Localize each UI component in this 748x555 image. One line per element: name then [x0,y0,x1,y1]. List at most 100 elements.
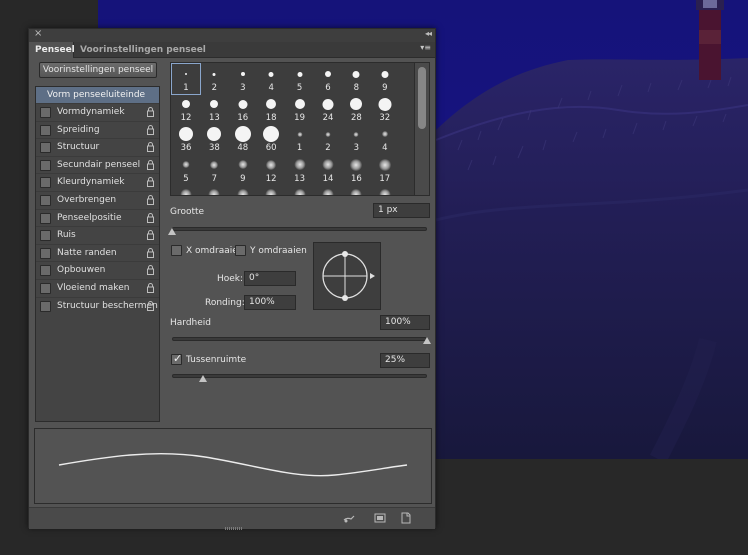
option-row[interactable]: Vloeiend maken [36,279,159,297]
option-row[interactable]: Spreiding [36,120,159,139]
lock-icon[interactable] [147,124,154,135]
option-checkbox[interactable] [40,230,51,242]
brush-tip[interactable] [172,185,200,195]
brush-tip[interactable]: 9 [229,155,257,185]
spacing-checkbox[interactable] [171,352,182,365]
option-checkbox[interactable] [40,212,51,224]
brush-tip[interactable] [371,185,399,195]
lock-icon[interactable] [147,265,154,276]
flip-x-checkbox[interactable] [171,245,182,256]
brush-tip[interactable]: 2 [200,64,228,94]
brush-tip[interactable]: 48 [229,124,257,154]
option-row[interactable]: Penseelpositie [36,208,159,227]
close-icon[interactable]: × [34,28,42,39]
brush-tip[interactable]: 3 [342,124,370,154]
brush-tip[interactable]: 17 [371,155,399,185]
lock-icon[interactable] [147,212,154,223]
angle-input[interactable]: 0° [244,271,296,286]
spacing-slider-track[interactable] [172,374,427,378]
tip-grid-scroll-thumb[interactable] [418,67,426,129]
brush-tip[interactable]: 5 [286,64,314,94]
brush-tip[interactable] [257,185,285,195]
flip-y-checkbox[interactable] [235,245,246,256]
brush-tip[interactable]: 60 [257,124,285,154]
size-slider-thumb[interactable] [168,228,176,235]
option-row[interactable]: Overbrengen [36,191,159,209]
lock-icon[interactable] [147,195,154,205]
brush-tip[interactable]: 18 [257,94,285,124]
option-row[interactable]: Structuur beschermen [36,296,159,315]
angle-roundness-widget[interactable] [313,242,381,310]
brush-tip[interactable]: 28 [342,94,370,124]
option-row[interactable]: Ruis [36,226,159,244]
option-checkbox[interactable] [40,265,51,277]
brush-tip[interactable]: 32 [371,94,399,124]
brush-tip[interactable] [342,185,370,195]
option-checkbox[interactable] [40,247,51,259]
roundness-input[interactable]: 100% [244,295,296,310]
panel-menu-icon[interactable]: ▾≡ [420,43,431,52]
brush-tip[interactable]: 36 [172,124,200,154]
hardness-input[interactable]: 100% [380,315,430,330]
option-row[interactable]: Opbouwen [36,261,159,279]
brush-tip[interactable]: 6 [314,64,342,94]
lock-icon[interactable] [147,230,154,241]
lock-icon[interactable] [147,247,154,258]
brush-tip[interactable]: 7 [200,155,228,185]
option-checkbox[interactable] [40,142,51,154]
lock-icon[interactable] [147,300,154,311]
brush-tip[interactable]: 16 [342,155,370,185]
brush-tip[interactable] [286,185,314,195]
tip-grid-scrollbar[interactable] [414,63,429,195]
option-checkbox[interactable] [40,124,51,136]
lock-icon[interactable] [147,107,154,117]
option-checkbox[interactable] [40,283,51,294]
hardness-slider-track[interactable] [172,337,427,341]
brush-tip[interactable] [200,185,228,195]
lock-icon[interactable] [147,159,154,170]
brush-tip[interactable]: 9 [371,64,399,94]
brush-tip[interactable]: 12 [172,94,200,124]
collapse-icon[interactable]: ◂◂ [425,29,432,38]
brush-tip[interactable] [314,185,342,195]
option-row[interactable]: Natte randen [36,243,159,262]
brush-tip[interactable] [229,185,257,195]
brush-toggle-icon[interactable] [343,512,355,524]
option-checkbox[interactable] [40,195,51,206]
spacing-slider-thumb[interactable] [198,375,207,382]
brush-tip[interactable]: 8 [342,64,370,94]
size-input[interactable]: 1 px [373,203,430,218]
brush-tip[interactable]: 2 [314,124,342,154]
brush-presets-button[interactable]: Voorinstellingen penseel [39,62,157,78]
hardness-slider-thumb[interactable] [423,337,431,344]
brush-tip[interactable]: 5 [172,155,200,185]
brush-tip[interactable]: 13 [200,94,228,124]
size-slider-track[interactable] [172,227,427,231]
new-brush-icon[interactable] [400,512,412,524]
option-row[interactable]: Structuur [36,138,159,156]
brush-tip[interactable]: 4 [371,124,399,154]
spacing-input[interactable]: 25% [380,353,430,368]
brush-tip[interactable]: 14 [314,155,342,185]
tab-voorinstellingen-penseel[interactable]: Voorinstellingen penseel [74,42,212,58]
brush-tip[interactable]: 12 [257,155,285,185]
option-checkbox[interactable] [40,177,51,189]
lock-icon[interactable] [147,177,154,188]
tab-penseel[interactable]: Penseel [29,42,75,58]
lock-icon[interactable] [147,283,154,293]
option-row[interactable]: Secundair penseel [36,155,159,174]
option-row[interactable]: Vormdynamiek [36,103,159,121]
panel-title-bar[interactable]: × ◂◂ [29,28,435,42]
brush-tip[interactable]: 1 [171,63,201,95]
option-brush-tip-shape[interactable]: Vorm penseeluiteinde [36,87,159,103]
option-checkbox[interactable] [40,159,51,171]
new-preset-icon[interactable] [374,512,386,524]
option-row[interactable]: Kleurdynamiek [36,173,159,191]
brush-tip[interactable]: 38 [200,124,228,154]
option-checkbox[interactable] [40,107,51,118]
lock-icon[interactable] [147,142,154,153]
brush-tip[interactable]: 19 [286,94,314,124]
brush-tip[interactable]: 1 [286,124,314,154]
brush-tip[interactable]: 16 [229,94,257,124]
option-checkbox[interactable] [40,300,51,312]
